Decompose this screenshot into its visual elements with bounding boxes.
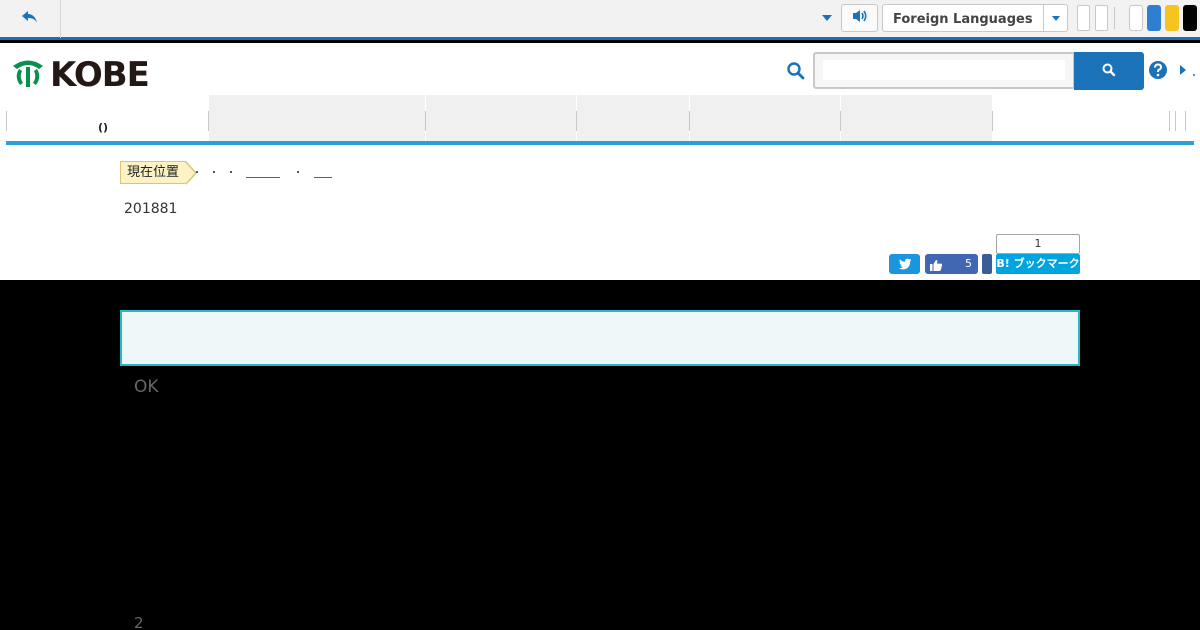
site-search-field [813,52,1075,89]
utility-bar: Foreign Languages [0,0,1200,40]
chevron-down-icon [1043,5,1067,31]
back-button[interactable] [0,0,61,38]
divider [1114,7,1115,29]
nav-item-4[interactable] [577,95,689,141]
font-size-small-button[interactable] [1077,5,1090,31]
question-circle-icon[interactable] [1148,60,1168,84]
page-number: 2 [134,614,144,630]
nav-divider [1175,111,1176,131]
site-logo[interactable]: KOBE [10,55,150,95]
caret-down-icon [818,11,836,30]
facebook-like-button[interactable]: 5 [925,254,978,274]
logo-text: KOBE [50,55,150,95]
hatena-bookmark-count: 1 [996,234,1080,254]
magnifier-icon [1102,62,1116,81]
breadcrumb-separator [213,171,215,173]
twitter-bird-icon [898,255,912,274]
nav-item-1[interactable]: () [6,95,208,141]
nav-divider [6,111,7,131]
ok-text: OK [134,377,159,397]
global-nav: () [6,95,1194,145]
search-input[interactable] [823,60,1065,80]
share-button[interactable] [982,254,992,274]
speaker-icon [851,8,869,28]
more-menu-arrow-icon[interactable] [1178,62,1198,81]
page: Foreign Languages KOBE () 現在位置 201881 5 … [0,0,1200,630]
language-select-label: Foreign Languages [893,12,1033,27]
nav-item-6[interactable] [841,95,992,141]
breadcrumb-separator [230,171,232,173]
color-scheme-white-button[interactable] [1129,5,1143,31]
search-submit-button[interactable] [1074,52,1144,90]
site-header: KOBE () 現在位置 201881 5 1 B! ブックマーク [0,43,1200,280]
breadcrumb-separator [297,171,299,173]
breadcrumb-label: 現在位置 [120,161,198,185]
nav-divider [576,111,577,131]
nav-divider [208,111,209,131]
nav-divider [992,111,993,131]
font-size-large-button[interactable] [1095,5,1108,31]
nav-divider [689,111,690,131]
nav-item-7[interactable] [993,95,1169,141]
notice-box [120,310,1080,366]
hatena-bookmark-button[interactable]: B! ブックマーク [996,254,1080,274]
search-icon [786,61,806,81]
nav-item-2[interactable] [209,95,425,141]
kobe-city-emblem-icon [10,57,46,93]
nav-item-label: () [98,121,109,134]
color-scheme-blue-button[interactable] [1147,5,1161,31]
dropdown-caret-button[interactable] [818,10,836,26]
nav-item-5[interactable] [690,95,840,141]
nav-divider [1169,111,1170,131]
color-scheme-black-button[interactable] [1183,5,1197,31]
breadcrumb-link[interactable] [314,177,332,178]
reply-arrow-icon [21,9,39,29]
nav-item-3[interactable] [426,95,576,141]
color-scheme-yellow-button[interactable] [1165,5,1179,31]
tweet-button[interactable] [889,254,920,274]
nav-divider [1185,111,1186,131]
breadcrumb-link[interactable] [246,177,280,178]
nav-divider [425,111,426,131]
language-select[interactable]: Foreign Languages [882,4,1068,32]
thumbs-up-icon [929,257,943,276]
like-count: 5 [965,257,972,270]
read-aloud-button[interactable] [841,4,878,32]
breadcrumb-separator [196,171,198,173]
nav-divider [840,111,841,131]
update-date: 201881 [124,201,178,217]
